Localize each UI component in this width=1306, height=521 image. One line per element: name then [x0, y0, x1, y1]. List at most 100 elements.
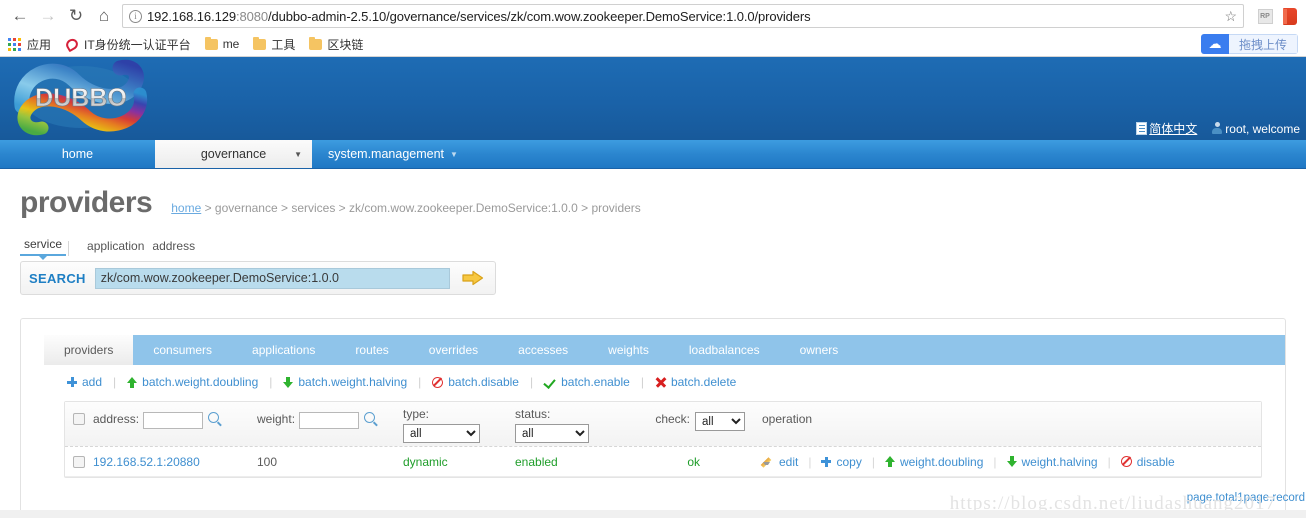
dubbo-logo[interactable]: DUBBO	[8, 54, 154, 140]
action-batch-weight-halving[interactable]: batch.weight.halving	[283, 375, 407, 389]
weight-filter-input[interactable]	[299, 412, 360, 429]
tab-weights[interactable]: weights	[588, 335, 669, 365]
folder-icon	[204, 36, 218, 50]
row-action-copy[interactable]: copy	[821, 454, 862, 469]
site-info-icon[interactable]: i	[129, 9, 142, 23]
tab-label: applications	[252, 343, 316, 357]
nav-tab-governance[interactable]: governance ▼	[155, 140, 312, 168]
extension-rp-label: RP	[1257, 8, 1273, 24]
subtab-divider	[68, 241, 81, 256]
tab-accesses[interactable]: accesses	[498, 335, 588, 365]
row-action-label: weight.halving	[1021, 454, 1098, 469]
address-bar[interactable]: i 192.168.16.129:8080/dubbo-admin-2.5.10…	[122, 4, 1244, 28]
nav-tab-system-management[interactable]: system.management ▼	[312, 140, 474, 168]
bookmark-me[interactable]: me	[204, 36, 240, 51]
action-batch-delete[interactable]: batch.delete	[655, 375, 736, 389]
url-port: :8080	[235, 8, 269, 24]
tab-label: owners	[799, 343, 839, 357]
nav-tab-label: governance	[200, 147, 267, 161]
user-label: root, welcome	[1225, 121, 1300, 136]
row-action-label: copy	[836, 454, 862, 469]
tab-consumers[interactable]: consumers	[133, 335, 232, 365]
toolbar-divider: |	[640, 375, 644, 389]
forward-arrow-icon: →	[39, 6, 57, 25]
select-all-checkbox[interactable]	[73, 413, 85, 425]
baidu-cloud-icon: ☁	[1200, 34, 1229, 54]
tab-label: providers	[64, 343, 114, 357]
row-action-edit[interactable]: edit	[762, 455, 798, 469]
bookmark-star-icon[interactable]: ☆	[1224, 8, 1237, 25]
bookmark-label: IT身份统一认证平台	[84, 37, 191, 52]
bookmark-tools[interactable]: 工具	[253, 36, 295, 53]
pencil-icon	[762, 456, 774, 468]
yellow-arrow-right-icon	[462, 270, 483, 286]
subtab-service[interactable]: service	[20, 237, 67, 260]
operation-divider: |	[1107, 454, 1111, 469]
user-icon	[1211, 122, 1223, 135]
search-icon[interactable]	[364, 412, 376, 423]
batch-action-toolbar: add | batch.weight.doubling | batch.weig…	[67, 375, 1285, 389]
header-right-controls: 简体中文 root, welcome	[1122, 120, 1300, 137]
bookmark-apps[interactable]: 应用	[8, 36, 51, 53]
tab-providers[interactable]: providers	[44, 335, 134, 365]
tab-loadbalances[interactable]: loadbalances	[669, 335, 780, 365]
breadcrumb-home-link[interactable]: home	[171, 201, 201, 215]
tab-applications[interactable]: applications	[232, 335, 335, 365]
table-row[interactable]: 192.168.52.1:20880 100 dynamic enabled o…	[65, 447, 1261, 477]
office-extension-icon[interactable]	[1280, 6, 1300, 26]
user-menu[interactable]: root, welcome	[1211, 122, 1300, 136]
cell-status: enabled	[515, 454, 558, 469]
search-icon[interactable]	[208, 412, 220, 423]
bookmark-blockchain[interactable]: 区块链	[309, 36, 363, 53]
action-batch-enable[interactable]: batch.enable	[544, 375, 630, 389]
tab-label: loadbalances	[688, 343, 760, 357]
drag-upload-label: 拖拽上传	[1228, 34, 1298, 54]
check-filter-select[interactable]: all	[695, 412, 745, 431]
search-submit-button[interactable]	[462, 270, 484, 286]
subtab-address[interactable]: address	[148, 239, 199, 256]
reload-icon[interactable]: ↻	[62, 2, 90, 30]
subtab-application[interactable]: application	[83, 239, 148, 256]
nav-tab-home[interactable]: home	[0, 140, 155, 168]
tab-label: consumers	[153, 343, 213, 357]
tab-owners[interactable]: owners	[780, 335, 859, 365]
extension-rp-icon[interactable]: RP	[1255, 6, 1275, 26]
nav-tab-label: system.management	[328, 147, 445, 161]
tab-label: overrides	[428, 343, 479, 357]
tab-label: weights	[608, 343, 649, 357]
toolbar-divider: |	[113, 375, 117, 389]
row-action-label: weight.doubling	[899, 454, 984, 469]
drag-upload-button[interactable]: ☁ 拖拽上传	[1200, 34, 1298, 54]
arrow-down-icon	[283, 376, 294, 388]
search-input[interactable]	[94, 267, 450, 289]
action-label: batch.delete	[670, 375, 737, 389]
action-add[interactable]: add	[67, 375, 102, 389]
bookmark-label: me	[222, 37, 240, 51]
breadcrumb-rest: > governance > services > zk/com.wow.zoo…	[201, 201, 641, 215]
site-header: DUBBO 简体中文 root, welcome	[0, 57, 1306, 140]
page-title: providers	[20, 186, 153, 219]
row-checkbox[interactable]	[73, 455, 85, 468]
subtab-label: address	[152, 239, 196, 253]
bookmark-it-auth[interactable]: IT身份统一认证平台	[65, 36, 191, 53]
action-batch-weight-doubling[interactable]: batch.weight.doubling	[127, 375, 258, 389]
bottom-strip	[0, 510, 1306, 518]
row-action-weight-doubling[interactable]: weight.doubling	[884, 454, 984, 469]
row-action-disable[interactable]: disable	[1120, 455, 1175, 469]
address-filter-input[interactable]	[143, 412, 204, 429]
browser-toolbar: ← → ↻ ⌂ i 192.168.16.129:8080/dubbo-admi…	[0, 0, 1306, 32]
document-icon	[1136, 122, 1148, 135]
type-filter-select[interactable]: all	[403, 424, 480, 443]
tab-overrides[interactable]: overrides	[409, 335, 498, 365]
back-arrow-icon[interactable]: ←	[6, 2, 34, 30]
language-switch[interactable]: 简体中文	[1136, 120, 1197, 137]
action-batch-disable[interactable]: batch.disable	[432, 375, 519, 389]
folder-icon	[309, 36, 323, 50]
search-label: SEARCH	[29, 270, 86, 286]
row-action-weight-halving[interactable]: weight.halving	[1006, 454, 1098, 469]
tab-routes[interactable]: routes	[335, 335, 408, 365]
home-icon[interactable]: ⌂	[90, 2, 118, 30]
operation-divider: |	[808, 454, 812, 469]
cell-address[interactable]: 192.168.52.1:20880	[93, 455, 200, 469]
status-filter-select[interactable]: all	[515, 424, 589, 443]
